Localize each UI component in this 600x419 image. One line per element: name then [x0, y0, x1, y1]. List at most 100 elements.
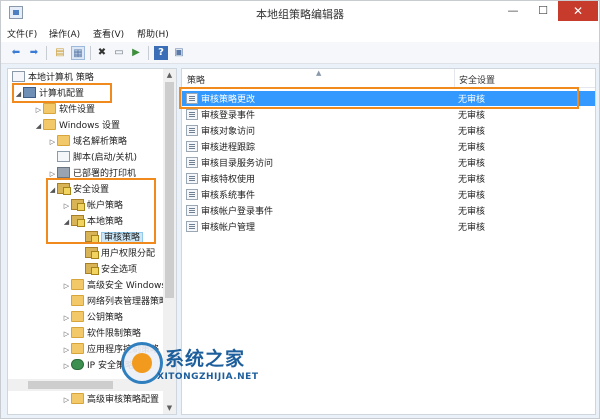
tree-node-dns-policy[interactable]: ▷ 域名解析策略 [48, 135, 127, 150]
watermark-title: 系统之家 [165, 348, 246, 370]
expand-arrow-icon[interactable]: ▷ [62, 311, 71, 326]
tree-node-deployed-printers[interactable]: ▷ 已部署的打印机 [48, 167, 136, 182]
scrollbar-thumb[interactable] [28, 381, 113, 389]
delete-icon[interactable]: ✖ [95, 46, 109, 60]
expand-arrow-icon[interactable]: ▷ [48, 135, 57, 150]
folder-icon [71, 279, 84, 290]
expand-arrow-icon[interactable]: ▷ [62, 199, 71, 214]
folder-icon [71, 393, 84, 404]
policy-row[interactable]: 审核目录服务访问 无审核 [182, 155, 595, 170]
tree-node-local-policies[interactable]: ◢ 本地策略 [62, 215, 123, 230]
help-icon[interactable]: ? [154, 46, 168, 60]
collapse-arrow-icon[interactable]: ◢ [62, 215, 71, 230]
policy-name: 审核目录服务访问 [201, 159, 274, 169]
minimize-button[interactable]: — [498, 1, 528, 21]
collapse-arrow-icon[interactable]: ◢ [34, 119, 43, 134]
scroll-down-icon[interactable]: ▼ [163, 402, 176, 414]
tree-node-user-rights[interactable]: 用户权限分配 [76, 247, 155, 262]
folder-icon [43, 103, 56, 114]
scrollbar-thumb[interactable] [165, 82, 174, 298]
tree-node-advanced-audit[interactable]: ▷ 高级审核策略配置 [62, 393, 159, 408]
policy-setting: 无审核 [458, 111, 486, 121]
policy-folder-icon [85, 247, 99, 259]
policy-setting: 无审核 [458, 127, 486, 137]
policy-row[interactable]: 审核帐户管理 无审核 [182, 219, 595, 234]
collapse-arrow-icon[interactable]: ◢ [14, 87, 23, 102]
expand-arrow-icon[interactable]: ▷ [48, 167, 57, 182]
column-security-setting[interactable]: 安全设置 [459, 73, 495, 86]
scroll-up-icon[interactable]: ▲ [163, 69, 176, 81]
view-icon[interactable]: ▣ [172, 46, 186, 60]
ipsec-icon [71, 359, 84, 370]
policy-folder-icon [85, 263, 99, 275]
policy-item-icon [186, 141, 198, 152]
policy-item-icon [186, 221, 198, 232]
folder-icon [57, 135, 70, 146]
policy-name: 审核帐户管理 [201, 223, 256, 233]
tree-node-public-key[interactable]: ▷ 公钥策略 [62, 311, 123, 326]
policy-row[interactable]: 审核登录事件 无审核 [182, 107, 595, 122]
policy-row[interactable]: 审核对象访问 无审核 [182, 123, 595, 138]
list-header: 策略 ▲ 安全设置 [182, 69, 595, 88]
policy-name: 审核系统事件 [201, 191, 256, 201]
tree-node-software-settings[interactable]: ▷ 软件设置 [34, 103, 95, 118]
properties-icon[interactable]: ▭ [112, 46, 126, 60]
policy-folder-icon [71, 199, 85, 211]
export-list-icon[interactable]: ▶ [129, 46, 143, 60]
security-icon [57, 183, 71, 195]
expand-arrow-icon[interactable]: ▷ [62, 327, 71, 342]
policy-row[interactable]: 审核帐户登录事件 无审核 [182, 203, 595, 218]
menu-view[interactable]: 查看(V) [93, 27, 124, 40]
folder-icon [71, 327, 84, 338]
policy-icon [12, 71, 25, 82]
menu-file[interactable]: 文件(F) [7, 27, 37, 40]
policy-folder-icon [85, 231, 99, 243]
policy-item-icon [186, 189, 198, 200]
policy-setting: 无审核 [458, 207, 486, 217]
expand-arrow-icon[interactable]: ▷ [62, 359, 71, 374]
expand-arrow-icon[interactable]: ▷ [62, 279, 71, 294]
back-arrow-icon[interactable]: ⬅ [9, 46, 23, 60]
policy-row[interactable]: 审核策略更改 无审核 [182, 91, 595, 106]
policy-item-icon [186, 157, 198, 168]
policy-row[interactable]: 审核进程跟踪 无审核 [182, 139, 595, 154]
policy-setting: 无审核 [458, 95, 486, 105]
tree-node-advanced-firewall[interactable]: ▷ 高级安全 Windows [62, 279, 166, 294]
expand-arrow-icon[interactable]: ▷ [34, 103, 43, 118]
sort-ascending-icon: ▲ [316, 69, 322, 77]
policy-row[interactable]: 审核系统事件 无审核 [182, 187, 595, 202]
tree-node-network-list[interactable]: 网络列表管理器策略 [62, 295, 168, 310]
toolbar-separator [90, 46, 91, 60]
policy-name: 审核对象访问 [201, 127, 256, 137]
tree-node-windows-settings[interactable]: ◢ Windows 设置 [34, 119, 120, 134]
collapse-arrow-icon[interactable]: ◢ [48, 183, 57, 198]
tree-node-computer-config[interactable]: ◢ 计算机配置 [14, 87, 84, 102]
expand-arrow-icon[interactable]: ▷ [62, 343, 71, 358]
printer-icon [57, 167, 70, 178]
close-button[interactable]: ✕ [558, 1, 598, 21]
show-tree-icon[interactable]: ▦ [71, 46, 85, 60]
title-bar: 本地组策略编辑器 — ☐ ✕ [1, 1, 599, 25]
maximize-button[interactable]: ☐ [528, 1, 558, 21]
tree-node-security-settings[interactable]: ◢ 安全设置 [48, 183, 109, 198]
policy-item-icon [186, 205, 198, 216]
policy-row[interactable]: 审核特权使用 无审核 [182, 171, 595, 186]
policy-name: 审核策略更改 [201, 95, 256, 105]
column-divider[interactable] [454, 69, 455, 88]
policy-setting: 无审核 [458, 175, 486, 185]
policy-folder-icon [71, 215, 85, 227]
tree-node-security-options[interactable]: 安全选项 [76, 263, 137, 278]
forward-arrow-icon[interactable]: ➡ [27, 46, 41, 60]
tree-node-scripts[interactable]: 脚本(启动/关机) [48, 151, 137, 166]
menu-action[interactable]: 操作(A) [49, 27, 80, 40]
tree-node-root[interactable]: 本地计算机 策略 [12, 71, 94, 86]
tree-node-account-policies[interactable]: ▷ 帐户策略 [62, 199, 123, 214]
expand-arrow-icon[interactable]: ▷ [62, 393, 71, 408]
column-policy[interactable]: 策略 [187, 73, 205, 86]
policy-setting: 无审核 [458, 191, 486, 201]
policy-setting: 无审核 [458, 223, 486, 233]
tree-node-audit-policy[interactable]: 审核策略 [76, 231, 144, 246]
menu-help[interactable]: 帮助(H) [137, 27, 169, 40]
up-folder-icon[interactable]: ▤ [53, 46, 67, 60]
policy-name: 审核进程跟踪 [201, 143, 256, 153]
